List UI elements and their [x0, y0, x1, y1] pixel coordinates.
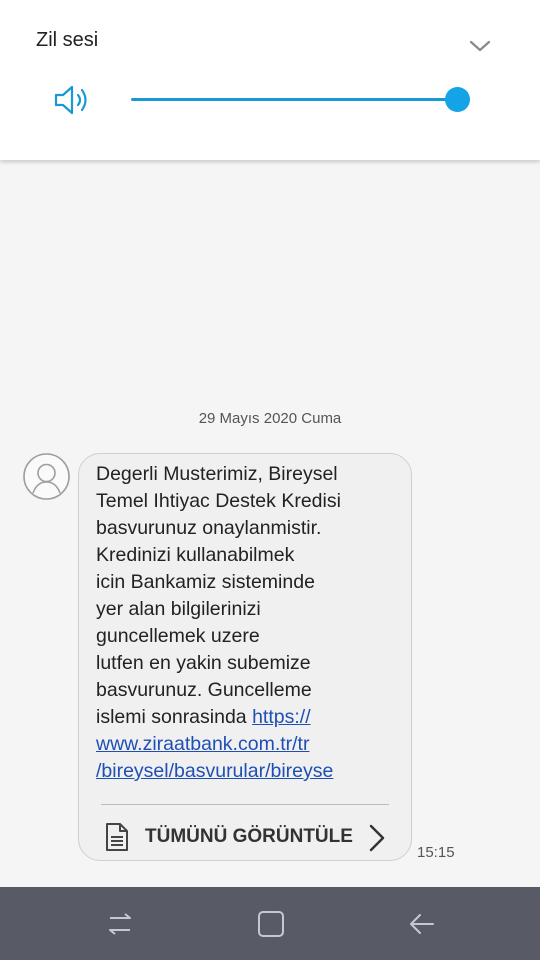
message-body: Degerli Musterimiz, Bireysel Temel Ihtiy… — [96, 461, 406, 793]
navigation-bar — [0, 887, 540, 960]
view-all-label: TÜMÜNÜ GÖRÜNTÜLE — [145, 826, 353, 847]
volume-panel: Zil sesi — [0, 0, 540, 160]
chevron-right-icon — [369, 824, 385, 852]
back-icon[interactable] — [406, 910, 438, 938]
conversation-date: 29 Mayıs 2020 Cuma — [198, 410, 342, 427]
speaker-icon[interactable] — [53, 84, 91, 116]
document-icon — [106, 823, 128, 851]
contact-avatar-icon[interactable] — [23, 453, 70, 500]
volume-title: Zil sesi — [36, 29, 99, 51]
view-all-button[interactable]: TÜMÜNÜ GÖRÜNTÜLE — [101, 819, 391, 855]
home-icon[interactable] — [255, 910, 287, 938]
message-text: Degerli Musterimiz, Bireysel Temel Ihtiy… — [96, 463, 341, 728]
divider — [101, 804, 389, 805]
volume-slider-thumb[interactable] — [445, 87, 470, 112]
chevron-down-icon[interactable] — [469, 39, 491, 53]
message-bubble[interactable]: Degerli Musterimiz, Bireysel Temel Ihtiy… — [78, 453, 412, 861]
message-time: 15:15 — [417, 844, 455, 861]
recent-apps-icon[interactable] — [104, 910, 136, 938]
volume-slider-track[interactable] — [131, 98, 458, 101]
